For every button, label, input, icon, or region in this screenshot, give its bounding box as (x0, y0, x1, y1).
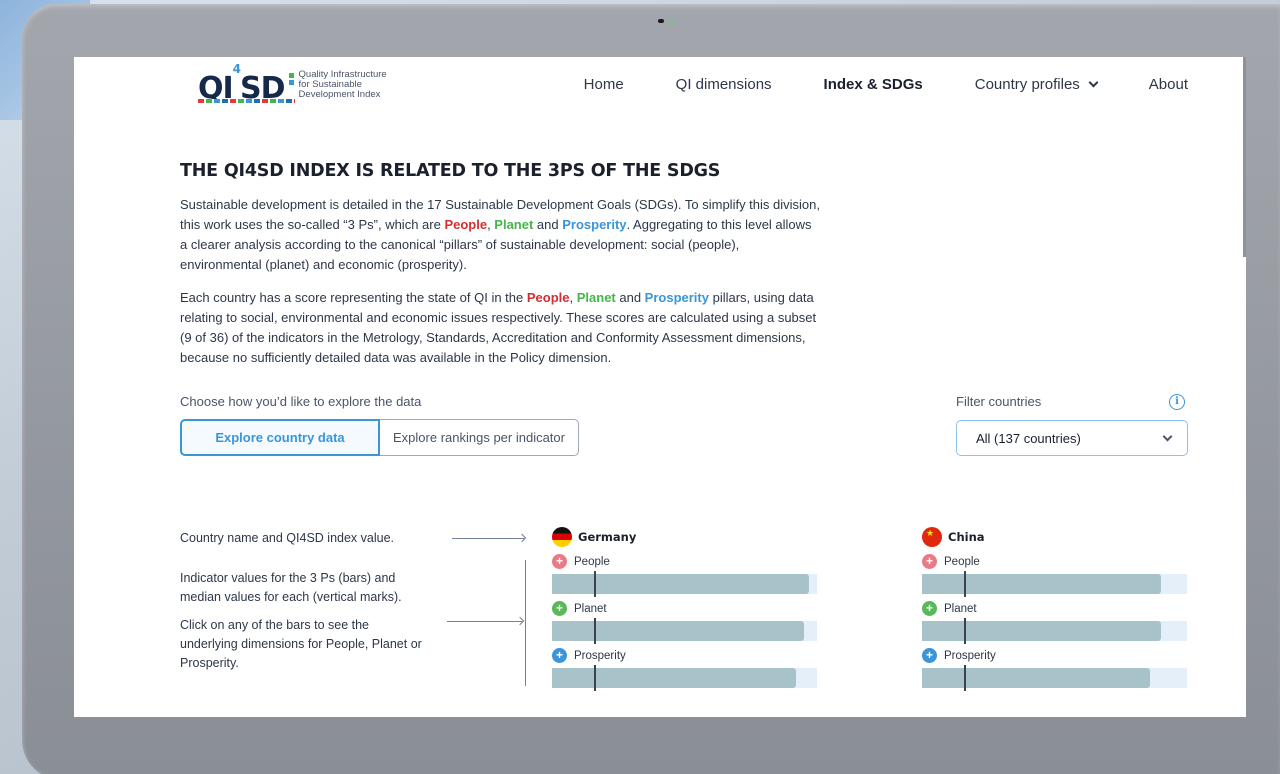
camera-led (670, 20, 673, 23)
country-card-china: China + People + Planet + Prosperity (922, 527, 1187, 691)
legend-bracket-line (525, 560, 526, 686)
legend-country-name: Country name and QI4SD index value. (180, 531, 395, 545)
p2-planet: Planet (576, 290, 616, 305)
logo-squares-icon (288, 73, 294, 85)
p1-planet: Planet (494, 217, 534, 232)
nav-home[interactable]: Home (584, 76, 624, 93)
pillar-label: Prosperity (944, 649, 996, 662)
camera-icon (658, 19, 664, 23)
pillar-prosperity: + Prosperity (922, 647, 1187, 691)
china-flag-icon (922, 527, 942, 547)
explore-label: Choose how you’d like to explore the dat… (180, 394, 422, 409)
legend-click-instructions: Click on any of the bars to see the unde… (180, 618, 422, 670)
bar-fill (552, 668, 796, 688)
logo-line-3: Development Index (298, 89, 381, 100)
filter-label: Filter countries (956, 394, 1042, 409)
explore-country-data-button[interactable]: Explore country data (180, 419, 380, 456)
nav-qi-dimensions[interactable]: QI dimensions (676, 76, 772, 93)
explore-rankings-button[interactable]: Explore rankings per indicator (380, 419, 579, 456)
pillar-bar[interactable] (552, 665, 817, 691)
bar-fill (922, 574, 1161, 594)
median-mark (964, 618, 967, 644)
p2-comma: , (569, 290, 577, 305)
legend-indicator-values: Indicator values for the 3 Ps (bars) and… (180, 571, 402, 604)
bar-fill (922, 621, 1161, 641)
median-mark (594, 571, 597, 597)
pillar-label: Planet (574, 602, 607, 615)
country-name: Germany (578, 530, 637, 544)
nav-country-profiles[interactable]: Country profiles (974, 76, 1099, 93)
p2-prosperity: Prosperity (644, 290, 709, 305)
filter-countries-select[interactable]: All (137 countries) (956, 420, 1188, 456)
p1-people: People (444, 217, 488, 232)
pillar-label: Planet (944, 602, 977, 615)
median-mark (964, 571, 967, 597)
p2-text-a: Each country has a score representing th… (180, 290, 527, 305)
chevron-down-icon (1088, 77, 1099, 88)
bar-fill (922, 668, 1150, 688)
pillar-people: + People (552, 553, 817, 597)
median-mark (594, 665, 597, 691)
expand-plus-icon[interactable]: + (552, 648, 567, 663)
info-icon[interactable]: i (1169, 394, 1185, 410)
logo-color-dots (198, 99, 295, 103)
pillar-bar[interactable] (922, 665, 1187, 691)
pillar-label: People (944, 555, 980, 568)
scrollbar[interactable] (1243, 57, 1246, 257)
expand-plus-icon[interactable]: + (552, 554, 567, 569)
p1-and: and (533, 217, 563, 232)
p1-prosperity: Prosperity (562, 217, 627, 232)
bar-fill (552, 574, 810, 594)
pillar-planet: + Planet (552, 600, 817, 644)
pillar-label: Prosperity (574, 649, 626, 662)
intro-paragraph: Sustainable development is detailed in t… (180, 195, 820, 275)
p2-people: People (526, 290, 570, 305)
page-title: THE QI4SD INDEX IS RELATED TO THE 3PS OF… (180, 161, 721, 181)
country-header[interactable]: China (922, 527, 1187, 547)
scores-paragraph: Each country has a score representing th… (180, 288, 820, 368)
country-card-germany: Germany + People + Planet + Prosperity (552, 527, 817, 691)
median-mark (964, 665, 967, 691)
expand-plus-icon[interactable]: + (922, 601, 937, 616)
germany-flag-icon (552, 527, 572, 547)
chevron-down-icon (1162, 431, 1173, 442)
pillar-prosperity: + Prosperity (552, 647, 817, 691)
p2-and: and (615, 290, 645, 305)
expand-plus-icon[interactable]: + (552, 601, 567, 616)
pillar-planet: + Planet (922, 600, 1187, 644)
expand-plus-icon[interactable]: + (922, 554, 937, 569)
logo-text: Quality Infrastructure for Sustainable D… (299, 70, 387, 100)
bar-fill (552, 621, 804, 641)
nav-country-profiles-label: Country profiles (974, 76, 1080, 93)
expand-plus-icon[interactable]: + (922, 648, 937, 663)
pillar-people: + People (922, 553, 1187, 597)
arrow-right-icon (452, 538, 524, 539)
country-name: China (948, 530, 985, 544)
logo-mark: QI4SD (198, 62, 295, 106)
pillar-label: People (574, 555, 610, 568)
main-nav: Home QI dimensions Index & SDGs Country … (584, 76, 1188, 93)
filter-value: All (137 countries) (976, 430, 1081, 446)
pillar-bar[interactable] (922, 571, 1187, 597)
site-logo[interactable]: QI4SD Quality Infrastructure for Sustain… (198, 62, 387, 106)
pillar-bar[interactable] (552, 571, 817, 597)
nav-about[interactable]: About (1149, 76, 1188, 93)
median-mark (594, 618, 597, 644)
arrow-right-icon (447, 621, 522, 622)
country-header[interactable]: Germany (552, 527, 817, 547)
explore-toggle: Explore country data Explore rankings pe… (180, 419, 579, 456)
browser-viewport: QI4SD Quality Infrastructure for Sustain… (74, 57, 1246, 717)
pillar-bar[interactable] (922, 618, 1187, 644)
pillar-bar[interactable] (552, 618, 817, 644)
nav-index-sdgs[interactable]: Index & SDGs (824, 76, 923, 93)
